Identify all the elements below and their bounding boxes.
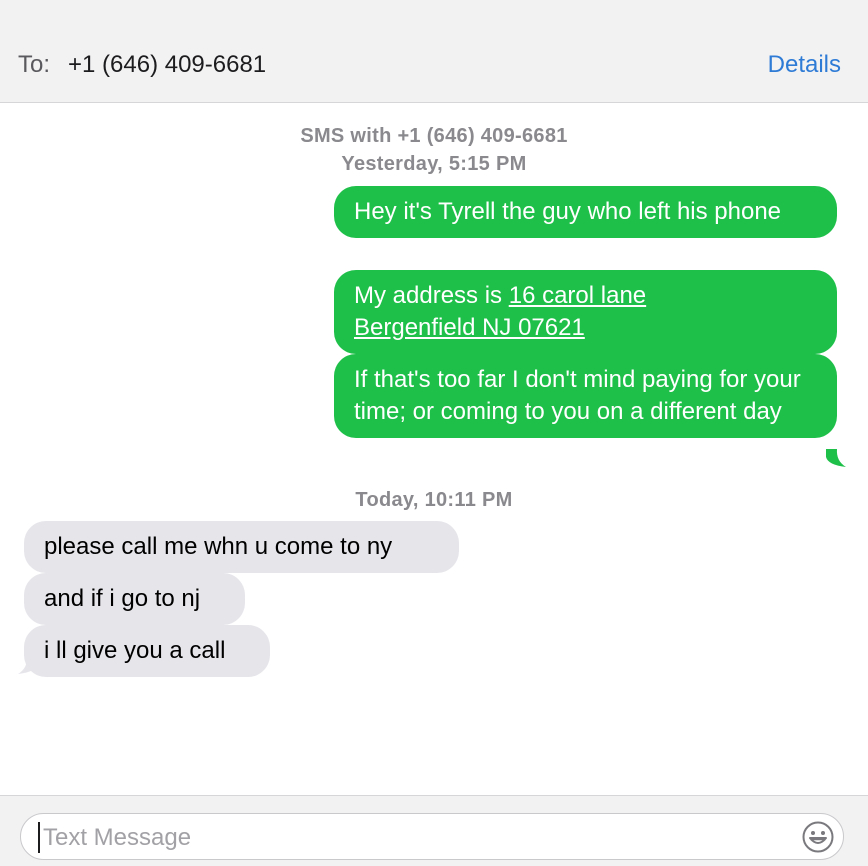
text-caret xyxy=(38,822,40,853)
message-text: If that's too far I don't mind paying fo… xyxy=(354,366,801,425)
message-text: and if i go to nj xyxy=(44,585,201,612)
outgoing-message[interactable]: My address is 16 carol lane Bergenfield N… xyxy=(334,270,837,354)
conversation-header: To: +1 (646) 409-6681 Details xyxy=(0,0,868,103)
timestamp-today: Today, 10:11 PM xyxy=(355,489,513,511)
details-button[interactable]: Details xyxy=(768,51,841,79)
message-placeholder: Text Message xyxy=(43,824,192,851)
address-link[interactable]: 16 carol lane xyxy=(509,282,646,309)
message-text: My address is xyxy=(354,282,509,309)
incoming-message[interactable]: and if i go to nj xyxy=(24,573,245,625)
incoming-message[interactable]: i ll give you a call xyxy=(24,625,270,677)
message-input[interactable]: Text Message xyxy=(20,813,844,860)
message-text: please call me whn u come to ny xyxy=(44,533,393,560)
composer-bar: Text Message xyxy=(0,795,868,866)
recipient-number[interactable]: +1 (646) 409-6681 xyxy=(68,51,266,79)
message-text: Hey it's Tyrell the guy who left his pho… xyxy=(354,198,782,225)
outgoing-message[interactable]: If that's too far I don't mind paying fo… xyxy=(334,354,837,438)
bubble-tail xyxy=(18,656,38,674)
message-text: i ll give you a call xyxy=(44,637,226,664)
sms-with-header: SMS with +1 (646) 409-6681 xyxy=(300,125,568,147)
timestamp-yesterday: Yesterday, 5:15 PM xyxy=(341,153,527,175)
address-link[interactable]: Bergenfield NJ 07621 xyxy=(354,314,585,341)
emoji-smile-icon[interactable] xyxy=(801,820,835,854)
message-thread[interactable]: SMS with +1 (646) 409-6681 Yesterday, 5:… xyxy=(0,103,868,795)
bubble-tail xyxy=(826,449,846,467)
outgoing-message[interactable]: Hey it's Tyrell the guy who left his pho… xyxy=(334,186,837,238)
incoming-message[interactable]: please call me whn u come to ny xyxy=(24,521,459,573)
to-label: To: xyxy=(18,51,51,78)
